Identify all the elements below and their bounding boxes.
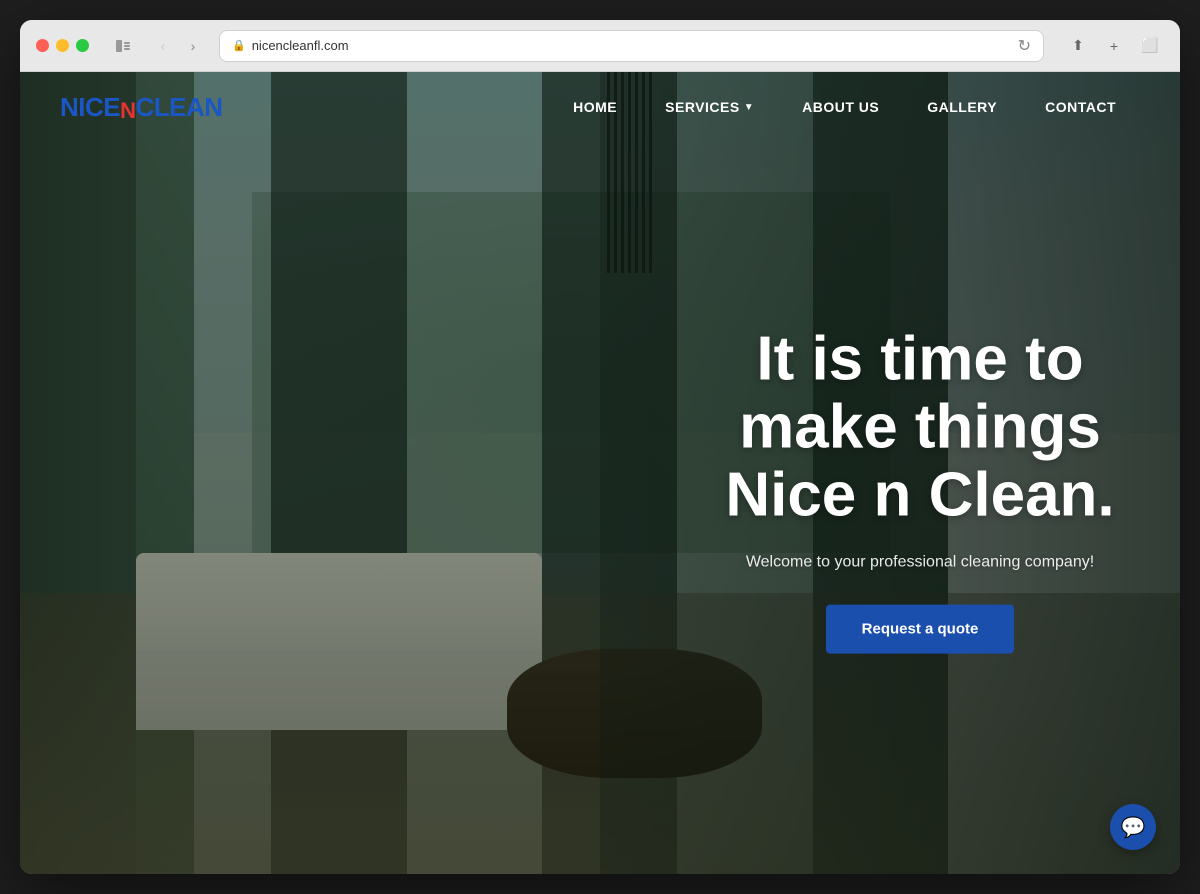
traffic-lights bbox=[36, 39, 89, 52]
chat-icon: 💬 bbox=[1121, 815, 1146, 840]
url-text: nicencleanfl.com bbox=[252, 38, 349, 53]
nav-services[interactable]: SERVICES ▼ bbox=[641, 91, 778, 123]
close-button[interactable] bbox=[36, 39, 49, 52]
nav-services-label: SERVICES bbox=[665, 99, 740, 115]
logo-part1: NICE bbox=[60, 92, 120, 122]
website-content: NICEnCLEAN HOME SERVICES ▼ ABOUT US GALL… bbox=[20, 72, 1180, 874]
nav-gallery[interactable]: GALLERY bbox=[903, 91, 1021, 123]
nav-links: HOME SERVICES ▼ ABOUT US GALLERY CONTACT bbox=[549, 91, 1140, 123]
nav-home[interactable]: HOME bbox=[549, 91, 641, 123]
nav-gallery-label: GALLERY bbox=[927, 99, 997, 115]
logo[interactable]: NICEnCLEAN bbox=[60, 92, 223, 123]
browser-actions: ⬆ + ⬜ bbox=[1064, 32, 1164, 60]
nav-contact-label: CONTACT bbox=[1045, 99, 1116, 115]
nav-home-label: HOME bbox=[573, 99, 617, 115]
hero-content: It is time to make things Nice n Clean. … bbox=[720, 326, 1120, 654]
browser-window: ‹ › 🔒 nicencleanfl.com ↻ ⬆ + ⬜ bbox=[20, 20, 1180, 874]
logo-part2: CLEAN bbox=[136, 92, 223, 122]
hero-headline: It is time to make things Nice n Clean. bbox=[720, 326, 1120, 531]
new-tab-button[interactable]: + bbox=[1100, 32, 1128, 60]
sidebar-toggle-button[interactable] bbox=[109, 32, 137, 60]
navbar: NICEnCLEAN HOME SERVICES ▼ ABOUT US GALL… bbox=[20, 72, 1180, 142]
refresh-button[interactable]: ↻ bbox=[1018, 36, 1031, 56]
services-dropdown-icon: ▼ bbox=[744, 102, 754, 113]
logo-n-letter: n bbox=[120, 98, 135, 124]
maximize-button[interactable] bbox=[76, 39, 89, 52]
browser-chrome: ‹ › 🔒 nicencleanfl.com ↻ ⬆ + ⬜ bbox=[20, 20, 1180, 72]
nav-about[interactable]: ABOUT US bbox=[778, 91, 903, 123]
hero-subtitle: Welcome to your professional cleaning co… bbox=[720, 550, 1120, 574]
extensions-button[interactable]: ⬜ bbox=[1136, 32, 1164, 60]
forward-button[interactable]: › bbox=[179, 32, 207, 60]
nav-about-label: ABOUT US bbox=[802, 99, 879, 115]
share-button[interactable]: ⬆ bbox=[1064, 32, 1092, 60]
chat-bubble[interactable]: 💬 bbox=[1110, 804, 1156, 850]
lock-icon: 🔒 bbox=[232, 39, 246, 52]
back-button[interactable]: ‹ bbox=[149, 32, 177, 60]
nav-arrows: ‹ › bbox=[149, 32, 207, 60]
nav-contact[interactable]: CONTACT bbox=[1021, 91, 1140, 123]
window-controls bbox=[109, 32, 137, 60]
address-bar[interactable]: 🔒 nicencleanfl.com ↻ bbox=[219, 30, 1044, 62]
minimize-button[interactable] bbox=[56, 39, 69, 52]
cta-button[interactable]: Request a quote bbox=[826, 604, 1015, 653]
